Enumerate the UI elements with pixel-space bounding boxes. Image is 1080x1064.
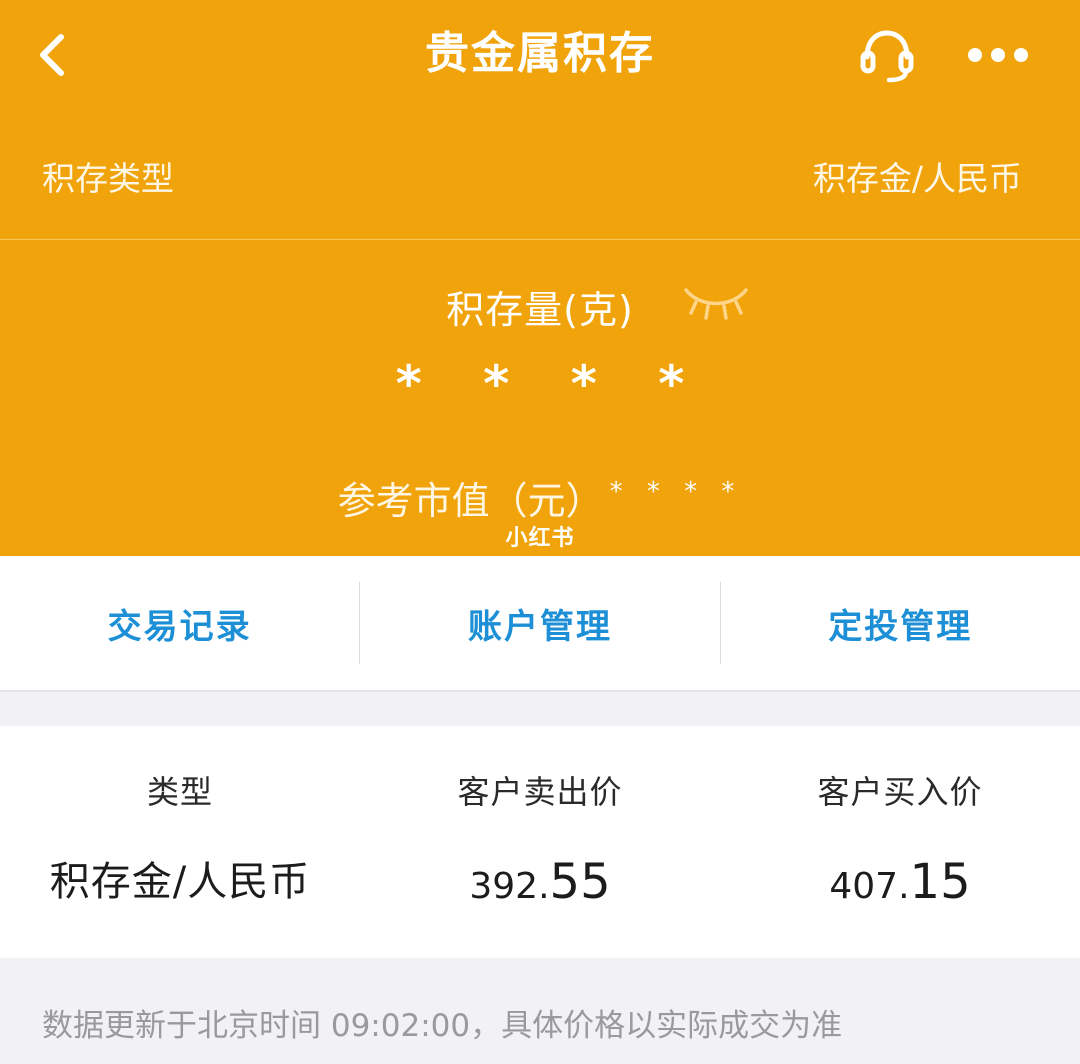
nav-bar: 贵金属积存 <box>0 0 1080 110</box>
account-header: 贵金属积存 积存类型 积存金/人民币 积存量(克) * * * * 参考市值（元… <box>0 0 1080 556</box>
buy-price-decimal: 15 <box>909 854 971 910</box>
headset-icon <box>860 30 914 83</box>
column-header-buy: 客户买入价 <box>817 773 983 811</box>
price-column-sell: 客户卖出价 392.55 <box>360 726 720 915</box>
transaction-records-button[interactable]: 交易记录 <box>0 556 359 690</box>
deposit-type-row[interactable]: 积存类型 积存金/人民币 <box>0 130 1080 238</box>
buy-price-integer: 407. <box>829 866 910 907</box>
header-divider <box>0 239 1080 240</box>
customer-service-button[interactable] <box>852 20 922 90</box>
watermark-text: 小红书 <box>505 526 575 551</box>
sell-price-integer: 392. <box>469 866 550 907</box>
price-table: 类型 积存金/人民币 客户卖出价 392.55 客户买入价 407.15 <box>0 726 1080 958</box>
price-column-type: 类型 积存金/人民币 <box>0 726 360 910</box>
auto-invest-management-button[interactable]: 定投管理 <box>721 556 1080 690</box>
more-button[interactable] <box>960 20 1036 90</box>
price-row-type: 积存金/人民币 <box>49 859 311 905</box>
market-value-masked: * * * * <box>609 477 743 507</box>
deposit-type-value: 积存金/人民币 <box>812 159 1022 198</box>
holdings-label: 积存量(克) <box>446 288 634 332</box>
account-management-button[interactable]: 账户管理 <box>360 556 719 690</box>
quick-actions: 交易记录 账户管理 定投管理 <box>0 556 1080 692</box>
column-header-type: 类型 <box>146 773 213 811</box>
precious-metal-page: 贵金属积存 积存类型 积存金/人民币 积存量(克) * * * * 参考市值（元… <box>0 0 1080 1064</box>
data-update-note: 数据更新于北京时间 09:02:00，具体价格以实际成交为准 <box>42 1008 843 1044</box>
more-dots-icon <box>968 48 1028 62</box>
sell-price-decimal: 55 <box>549 854 611 910</box>
column-header-sell: 客户卖出价 <box>457 773 623 811</box>
deposit-type-label: 积存类型 <box>42 159 174 198</box>
closed-eye-icon <box>684 288 748 320</box>
price-column-buy: 客户买入价 407.15 <box>720 726 1080 915</box>
holdings-value-masked: * * * * <box>395 355 707 413</box>
buy-price: 407.15 <box>720 854 1080 915</box>
sell-price: 392.55 <box>360 854 720 915</box>
hide-amount-toggle[interactable] <box>680 282 752 326</box>
market-value-label: 参考市值（元） <box>337 479 604 523</box>
